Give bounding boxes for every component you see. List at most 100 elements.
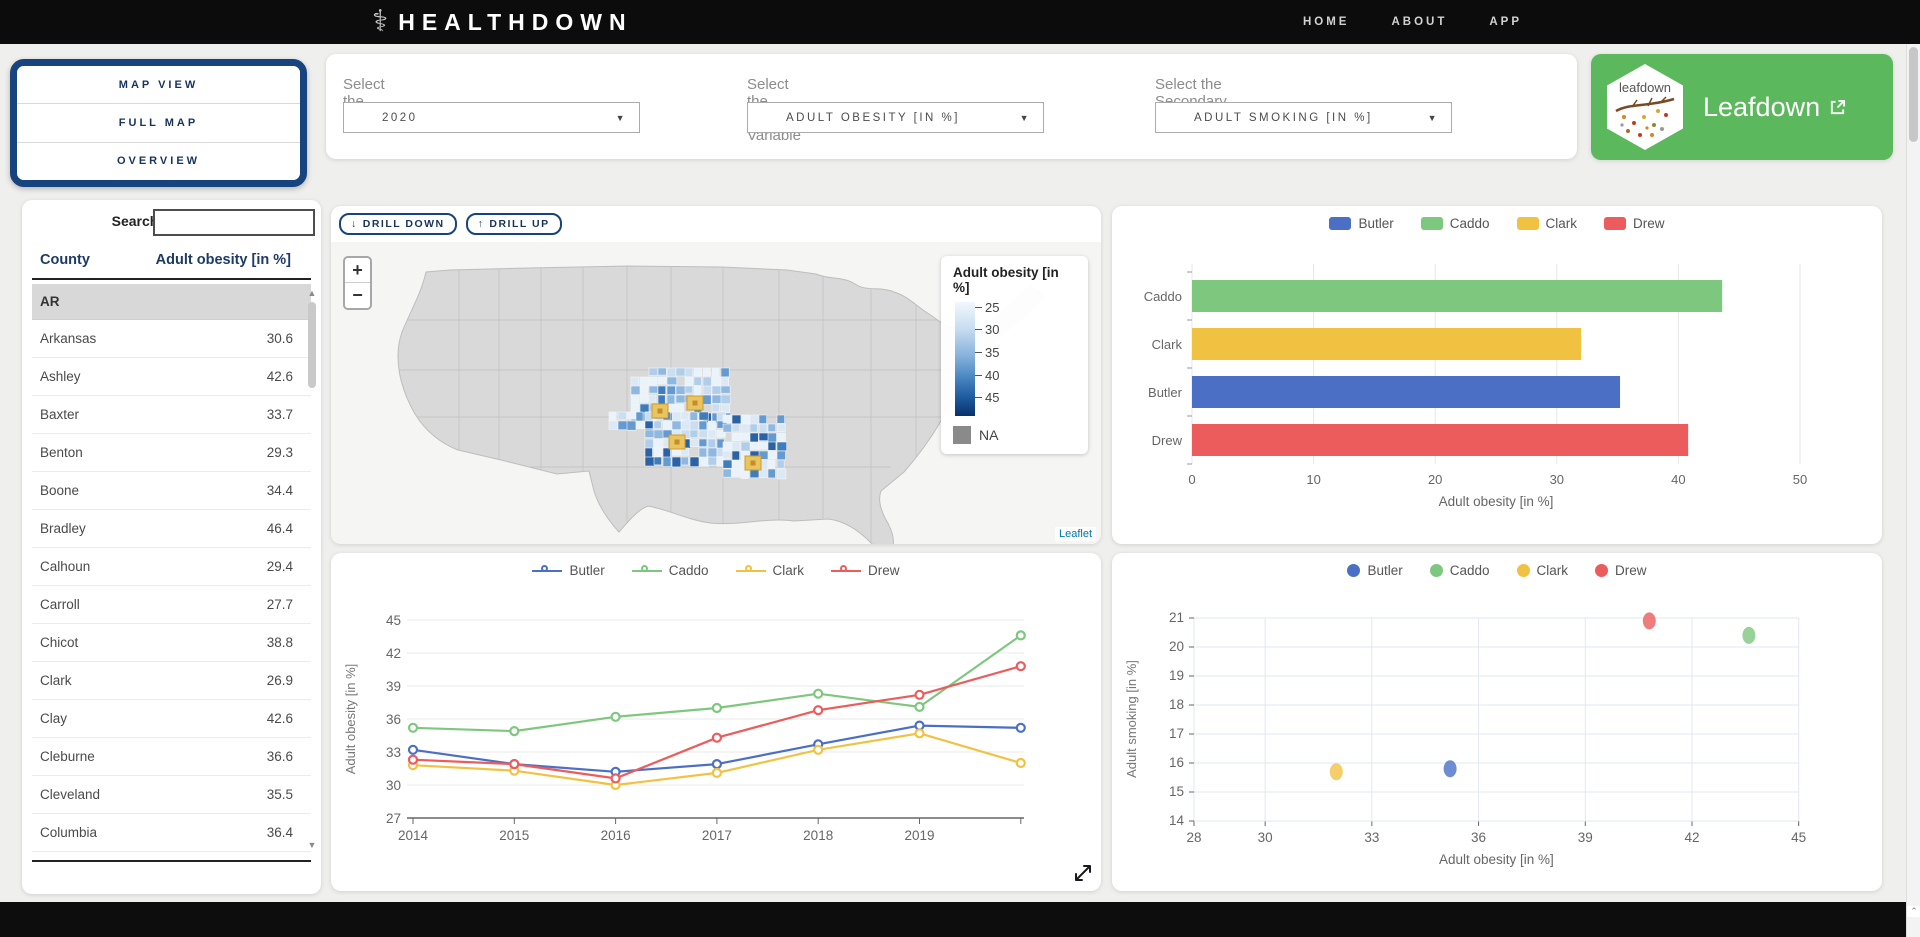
county-tile[interactable] [631, 377, 639, 387]
legend-item-drew[interactable]: Drew [1595, 563, 1647, 578]
table-row[interactable]: Baxter33.7 [32, 396, 311, 434]
county-tile[interactable] [712, 404, 720, 412]
column-header-value[interactable]: Adult obesity [in %] [156, 252, 291, 268]
view-nav-map-view[interactable]: MAP VIEW [17, 66, 300, 104]
county-tile[interactable] [663, 457, 671, 467]
table-row[interactable]: Clay42.6 [32, 700, 311, 738]
legend-item-caddo[interactable]: Caddo [632, 563, 709, 578]
bar-drew[interactable] [1192, 424, 1688, 456]
county-tile[interactable] [723, 460, 732, 468]
county-tile[interactable] [681, 412, 689, 420]
table-row[interactable]: Carroll27.7 [32, 586, 311, 624]
county-tile[interactable] [618, 412, 627, 420]
bar-butler[interactable] [1192, 376, 1620, 408]
legend-item-butler[interactable]: Butler [1347, 563, 1402, 578]
scroll-down-icon[interactable]: ▼ [306, 840, 318, 850]
county-tile[interactable] [708, 421, 716, 430]
nav-link-home[interactable]: HOME [1303, 16, 1350, 28]
county-tile[interactable] [609, 412, 616, 420]
county-tile[interactable] [699, 457, 709, 466]
county-tile[interactable] [690, 421, 699, 431]
county-tile[interactable] [732, 415, 741, 424]
county-tile[interactable] [732, 442, 740, 451]
view-nav-full-map[interactable]: FULL MAP [17, 104, 300, 142]
bar-caddo[interactable] [1192, 280, 1722, 312]
county-tile[interactable] [732, 469, 741, 477]
county-tile[interactable] [685, 368, 693, 377]
county-tile[interactable] [708, 430, 716, 438]
data-point-butler[interactable] [1017, 724, 1025, 732]
county-tile[interactable] [672, 412, 681, 422]
county-tile[interactable] [676, 368, 685, 376]
scatter-point-drew[interactable] [1643, 612, 1656, 629]
table-row[interactable]: Ashley42.6 [32, 358, 311, 396]
nav-link-app[interactable]: APP [1489, 16, 1522, 28]
county-tile[interactable] [723, 415, 731, 423]
county-tile[interactable] [654, 439, 663, 448]
county-tile[interactable] [667, 395, 675, 405]
county-tile[interactable] [768, 433, 777, 443]
data-point-drew[interactable] [1017, 662, 1025, 670]
county-tile[interactable] [777, 433, 786, 443]
county-tile[interactable] [712, 395, 721, 403]
data-point-clark[interactable] [916, 729, 924, 737]
county-tile[interactable] [618, 421, 628, 430]
county-tile[interactable] [609, 421, 618, 429]
county-tile[interactable] [750, 424, 757, 432]
county-tile[interactable] [685, 386, 693, 393]
county-tile[interactable] [768, 469, 775, 478]
county-tile[interactable] [712, 386, 721, 394]
leaflet-map[interactable]: + − Adult obesity [in %] 2530354045 NA L… [331, 242, 1101, 544]
data-point-caddo[interactable] [814, 690, 822, 698]
county-tile[interactable] [723, 442, 732, 452]
county-tile[interactable] [690, 439, 699, 447]
county-tile[interactable] [741, 442, 750, 452]
bar-clark[interactable] [1192, 328, 1581, 360]
legend-item-butler[interactable]: Butler [1329, 216, 1393, 231]
county-tile[interactable] [636, 421, 646, 429]
county-tile[interactable] [759, 442, 768, 449]
county-tile[interactable] [768, 460, 775, 468]
county-tile[interactable] [667, 377, 677, 385]
county-tile[interactable] [667, 386, 676, 395]
county-tile[interactable] [768, 442, 776, 450]
county-tile[interactable] [636, 412, 643, 422]
county-tile[interactable] [723, 451, 730, 459]
county-tile[interactable] [741, 424, 748, 434]
year-select[interactable]: 2020 ▼ [343, 102, 640, 133]
county-tile[interactable] [741, 433, 751, 440]
county-tile[interactable] [645, 439, 653, 449]
county-tile[interactable] [672, 457, 681, 467]
legend-item-clark[interactable]: Clark [736, 563, 805, 578]
county-tile[interactable] [777, 415, 785, 423]
county-tile[interactable] [672, 421, 682, 430]
county-tile[interactable] [627, 412, 637, 419]
county-tile[interactable] [732, 433, 741, 441]
county-tile[interactable] [759, 415, 767, 424]
county-tile[interactable] [732, 424, 740, 432]
county-tile[interactable] [699, 421, 707, 430]
secondary-variable-select[interactable]: ADULT SMOKING [IN %] ▼ [1155, 102, 1452, 133]
leaflet-attribution-link[interactable]: Leaflet [1055, 527, 1096, 541]
county-tile[interactable] [640, 377, 649, 386]
county-tile[interactable] [658, 395, 665, 405]
legend-item-caddo[interactable]: Caddo [1430, 563, 1490, 578]
county-tile[interactable] [768, 424, 776, 432]
county-tile[interactable] [685, 377, 693, 386]
county-tile[interactable] [694, 377, 701, 385]
county-tile[interactable] [721, 386, 730, 393]
county-tile[interactable] [759, 424, 767, 433]
county-tile[interactable] [712, 368, 719, 376]
legend-item-drew[interactable]: Drew [1604, 216, 1665, 231]
county-tile[interactable] [690, 412, 698, 420]
column-header-county[interactable]: County [40, 252, 90, 268]
table-row[interactable]: Chicot38.8 [32, 624, 311, 662]
county-tile[interactable] [667, 368, 676, 377]
county-tile[interactable] [703, 368, 710, 376]
data-point-drew[interactable] [409, 756, 417, 764]
scatter-point-caddo[interactable] [1742, 627, 1755, 644]
data-point-butler[interactable] [713, 760, 721, 768]
data-point-drew[interactable] [814, 706, 822, 714]
county-tile[interactable] [649, 395, 656, 402]
county-tile[interactable] [703, 395, 711, 404]
